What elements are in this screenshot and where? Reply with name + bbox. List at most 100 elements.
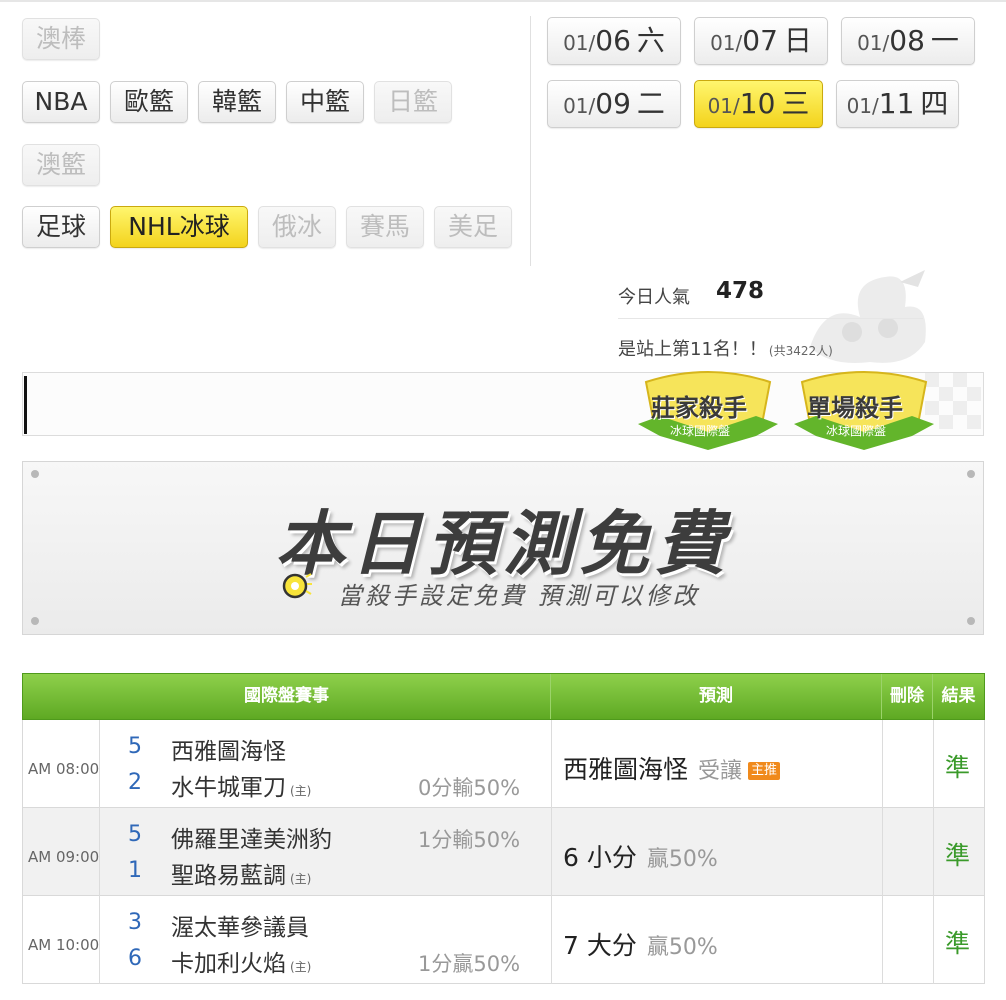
category-button-aus-basketball[interactable]: 澳籃	[22, 144, 100, 186]
team2-name: 水牛城軍刀 (主)	[171, 768, 311, 802]
cell-divider	[551, 720, 552, 808]
prediction-value: 6 小分	[563, 843, 637, 872]
prediction-note: 贏50%	[646, 935, 718, 960]
date-month: 01/	[857, 31, 890, 55]
date-day: 11	[878, 87, 915, 120]
cell-divider	[882, 808, 883, 896]
date-day: 08	[889, 24, 925, 57]
table-row: AM 08:00 5 西雅圖海怪 2 水牛城軍刀 (主) 0分輸50% 西雅圖海怪…	[22, 720, 985, 808]
banner-title: 本日預測免費	[275, 503, 731, 585]
cell-divider	[933, 808, 934, 896]
date-weekday: 四	[920, 87, 949, 120]
badge-single-killer: 單場殺手 冰球國際盤	[794, 362, 934, 452]
cell-divider	[933, 720, 934, 808]
team2-name: 聖路易藍調 (主)	[171, 856, 311, 890]
popularity-count: 478	[716, 278, 765, 304]
result-text: 準	[945, 841, 971, 870]
category-button-nba[interactable]: NBA	[22, 81, 100, 123]
badge-subtitle: 冰球國際盤	[826, 424, 887, 438]
team2-name: 卡加利火焰 (主)	[171, 944, 311, 978]
team1-name: 佛羅里達美洲豹	[171, 827, 332, 853]
category-button-china-basketball[interactable]: 中籃	[286, 81, 364, 123]
category-button-korea-basketball[interactable]: 韓籃	[198, 81, 276, 123]
popularity-divider	[618, 318, 923, 319]
table-header: 國際盤賽事 預測 刪除 結果	[22, 673, 985, 720]
team1-name: 渥太華參議員	[171, 915, 309, 941]
date-weekday: 日	[783, 24, 812, 57]
cell-divider	[551, 808, 552, 896]
rank-total: (共3422人)	[768, 344, 833, 358]
home-marker: (主)	[290, 960, 312, 974]
popularity-label: 今日人氣	[618, 287, 690, 308]
badge-title: 莊家殺手	[651, 394, 747, 422]
rivet-icon	[967, 617, 975, 625]
category-button-russia-hockey[interactable]: 俄冰	[258, 206, 336, 248]
date-button-0108[interactable]: 01/08 一	[841, 17, 975, 65]
rank-main: 是站上第11名！！	[618, 339, 767, 360]
column-divider	[530, 16, 531, 266]
rank-text: 是站上第11名！！ (共3422人)	[618, 335, 833, 361]
table-row: AM 10:00 3 渥太華參議員 6 卡加利火焰 (主) 1分贏50% 7 大分…	[22, 896, 985, 984]
team1-score: 5	[128, 734, 142, 759]
top-border	[0, 0, 1006, 2]
cell-divider	[933, 896, 934, 984]
team2-name-text: 卡加利火焰	[171, 951, 286, 977]
team2-name-text: 水牛城軍刀	[171, 775, 286, 801]
odds-text: 0分輸50%	[418, 776, 521, 800]
date-button-0107[interactable]: 01/07 日	[694, 17, 828, 65]
date-day: 09	[595, 87, 631, 120]
prediction-text: 6 小分 贏50%	[563, 838, 718, 874]
date-weekday: 六	[636, 24, 665, 57]
team2-score: 1	[128, 858, 142, 883]
category-button-soccer[interactable]: 足球	[22, 206, 100, 248]
banner-subtitle: 當殺手設定免費 預測可以修改	[338, 582, 700, 610]
text-cursor	[24, 376, 27, 434]
result-text: 準	[945, 753, 971, 782]
team1-score: 3	[128, 910, 142, 935]
rivet-icon	[31, 617, 39, 625]
prediction-text: 7 大分 贏50%	[563, 926, 718, 962]
category-button-japan-basketball[interactable]: 日籃	[374, 81, 452, 123]
category-button-nhl[interactable]: NHL冰球	[110, 206, 248, 248]
prediction-value: 7 大分	[563, 931, 637, 960]
date-weekday: 二	[636, 87, 665, 120]
home-marker: (主)	[290, 872, 312, 886]
date-button-0109[interactable]: 01/09 二	[547, 80, 681, 128]
team2-score: 6	[128, 946, 142, 971]
date-day: 10	[739, 87, 776, 120]
category-button-horse-racing[interactable]: 賽馬	[346, 206, 424, 248]
date-button-0110[interactable]: 01/10 三	[694, 80, 823, 128]
lightbulb-icon	[282, 573, 312, 599]
date-month: 01/	[563, 31, 596, 55]
prediction-note: 贏50%	[646, 847, 718, 872]
featured-tag: 主推	[748, 762, 781, 780]
date-month: 01/	[707, 94, 740, 118]
header-match: 國際盤賽事	[23, 674, 551, 719]
cell-divider	[551, 896, 552, 984]
home-marker: (主)	[290, 784, 312, 798]
badge-subtitle: 冰球國際盤	[670, 424, 731, 438]
header-prediction: 預測	[551, 674, 882, 719]
category-button-euro-basketball[interactable]: 歐籃	[110, 81, 188, 123]
category-button-aus-baseball[interactable]: 澳棒	[22, 18, 100, 60]
team1-score: 5	[128, 822, 142, 847]
badge-title: 單場殺手	[807, 394, 903, 422]
category-button-american-football[interactable]: 美足	[434, 206, 512, 248]
odds-text: 1分贏50%	[418, 952, 521, 976]
table-row: AM 09:00 5 佛羅里達美洲豹 1分輸50% 1 聖路易藍調 (主) 6 小…	[22, 808, 985, 896]
rivet-icon	[967, 470, 975, 478]
date-button-0106[interactable]: 01/06 六	[547, 17, 681, 65]
date-day: 06	[595, 24, 631, 57]
cell-divider	[882, 720, 883, 808]
team1-name: 西雅圖海怪	[171, 739, 286, 765]
date-weekday: 三	[781, 87, 810, 120]
prediction-value: 西雅圖海怪	[563, 755, 689, 784]
prediction-text: 西雅圖海怪 受讓 主推	[563, 750, 781, 786]
date-month: 01/	[563, 94, 596, 118]
result-text: 準	[945, 929, 971, 958]
date-button-0111[interactable]: 01/11 四	[836, 80, 959, 128]
match-time: AM 08:00	[28, 760, 100, 778]
date-weekday: 一	[930, 24, 959, 57]
team2-name-text: 聖路易藍調	[171, 863, 286, 889]
date-month: 01/	[710, 31, 743, 55]
